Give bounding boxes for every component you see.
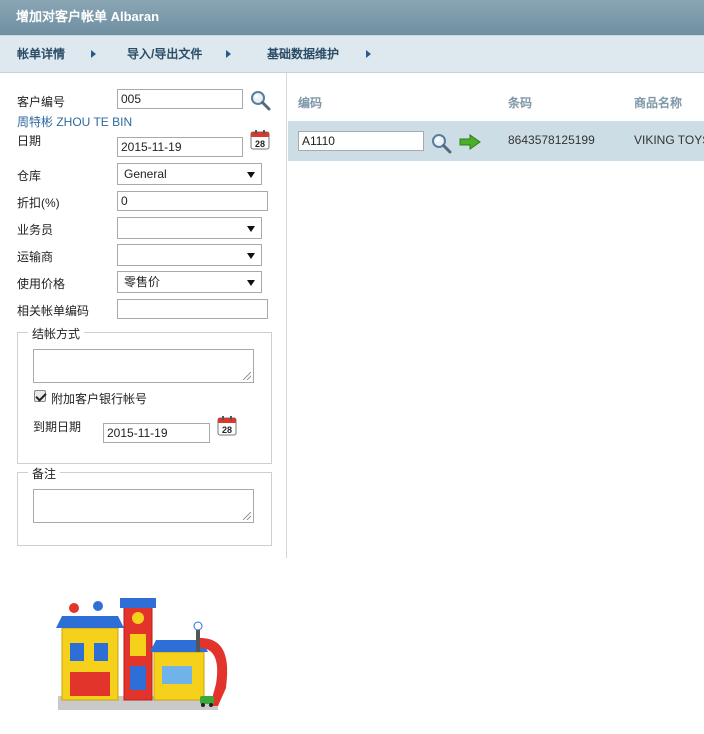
menu-arrow-icon xyxy=(226,50,231,58)
product-barcode: 8643578125199 xyxy=(508,133,595,147)
chevron-down-icon xyxy=(247,226,255,232)
menu-item-import-export[interactable]: 导入/导出文件 xyxy=(127,36,202,74)
chevron-down-icon xyxy=(247,172,255,178)
salesperson-label: 业务员 xyxy=(17,223,54,237)
related-doc-input[interactable] xyxy=(117,299,268,319)
menu-item-basic-data[interactable]: 基础数据维护 xyxy=(267,36,339,74)
attach-bank-label: 附加客户银行帐号 xyxy=(51,392,148,406)
calendar-icon[interactable]: 28 xyxy=(217,416,237,436)
menu-arrow-icon xyxy=(366,50,371,58)
warehouse-label: 仓库 xyxy=(17,169,42,183)
column-header-code: 编码 xyxy=(298,96,323,110)
carrier-label: 运输商 xyxy=(17,250,54,264)
warehouse-select[interactable]: General xyxy=(117,163,262,185)
payment-method-textarea[interactable] xyxy=(33,349,254,383)
product-name: VIKING TOYS xyxy=(634,133,704,147)
notes-textarea[interactable] xyxy=(33,489,254,523)
payment-legend: 结帐方式 xyxy=(28,325,85,342)
chevron-down-icon xyxy=(247,253,255,259)
customer-search-icon[interactable] xyxy=(249,89,271,111)
menu-arrow-icon xyxy=(91,50,96,58)
product-search-icon[interactable] xyxy=(430,132,452,154)
discount-input[interactable]: 0 xyxy=(117,191,268,211)
payment-fieldset: 结帐方式 附加客户银行帐号 到期日期 2015-11-19 28 xyxy=(17,325,272,464)
price-value: 零售价 xyxy=(124,275,161,289)
price-select[interactable]: 零售价 xyxy=(117,271,262,293)
customer-code-label: 客户编号 xyxy=(17,95,66,109)
discount-label: 折扣(%) xyxy=(17,196,60,210)
date-input[interactable]: 2015-11-19 xyxy=(117,137,243,157)
related-doc-label: 相关帐单编码 xyxy=(17,304,90,318)
resize-grip-icon[interactable] xyxy=(243,372,251,380)
notes-legend: 备注 xyxy=(28,465,61,482)
resize-grip-icon[interactable] xyxy=(243,512,251,520)
table-row: A1110 8643578125199 VIKING TOYS xyxy=(288,121,704,161)
due-date-input[interactable]: 2015-11-19 xyxy=(103,423,210,443)
window-title: 增加对客户帐单 Albaran xyxy=(0,0,704,35)
column-header-product-name: 商品名称 xyxy=(634,96,683,110)
salesperson-select[interactable] xyxy=(117,217,262,239)
customer-code-input[interactable]: 005 xyxy=(117,89,243,109)
product-image xyxy=(56,598,228,710)
date-label: 日期 xyxy=(17,134,42,148)
carrier-select[interactable] xyxy=(117,244,262,266)
calendar-day-text: 28 xyxy=(255,139,265,149)
customer-name-link[interactable]: 周特彬 ZHOU TE BIN xyxy=(17,113,132,130)
column-header-barcode: 条码 xyxy=(508,96,533,110)
notes-fieldset: 备注 xyxy=(17,465,272,546)
due-date-label: 到期日期 xyxy=(33,420,82,434)
attach-bank-checkbox[interactable] xyxy=(34,390,46,402)
price-label: 使用价格 xyxy=(17,277,66,291)
menu-bar: 帐单详情 导入/导出文件 基础数据维护 xyxy=(0,35,704,73)
product-code-input[interactable]: A1110 xyxy=(298,131,424,151)
calendar-icon[interactable]: 28 xyxy=(250,130,270,150)
menu-item-document-details[interactable]: 帐单详情 xyxy=(17,36,65,74)
chevron-down-icon xyxy=(247,280,255,286)
product-table: 编码 条码 商品名称 A1110 8643578125199 VIKING TO… xyxy=(288,73,704,558)
calendar-day-text: 28 xyxy=(222,425,232,435)
arrow-right-icon[interactable] xyxy=(459,134,481,150)
warehouse-value: General xyxy=(124,167,167,181)
